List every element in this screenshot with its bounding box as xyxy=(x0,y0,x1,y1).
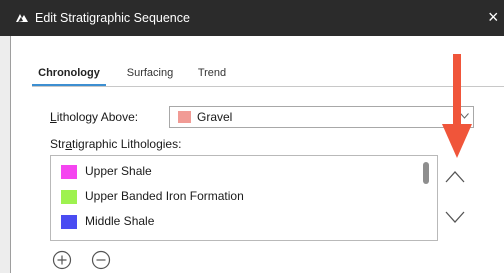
red-arrow-annotation xyxy=(442,54,472,158)
list-item-label: Upper Shale xyxy=(85,164,152,178)
lithology-above-label: Lithology Above: xyxy=(50,110,138,124)
lithology-above-value: Gravel xyxy=(197,110,233,124)
lithology-swatch xyxy=(61,190,77,204)
lithology-above-label-rest: ithology Above: xyxy=(56,110,139,124)
minus-circle-icon[interactable] xyxy=(91,250,111,270)
list-item-label: Middle Shale xyxy=(85,214,155,228)
list-scrollbar-thumb[interactable] xyxy=(423,162,429,184)
tab-trend[interactable]: Trend xyxy=(192,60,232,86)
lithology-above-label-key: L xyxy=(50,110,57,124)
stratigraphic-label-rest: tigraphic Lithologies: xyxy=(72,137,182,151)
tab-surfacing[interactable]: Surfacing xyxy=(120,60,180,86)
lithology-swatch xyxy=(178,111,191,123)
list-item-label: Upper Banded Iron Formation xyxy=(85,189,244,203)
chevron-down-icon[interactable] xyxy=(444,206,466,228)
lithology-swatch xyxy=(61,215,77,229)
stratigraphic-lithologies-list[interactable]: Upper Shale Upper Banded Iron Formation … xyxy=(50,155,438,241)
window-title: Edit Stratigraphic Sequence xyxy=(35,11,190,25)
tab-divider xyxy=(32,86,504,87)
lithology-above-dropdown[interactable]: Gravel xyxy=(169,106,474,128)
app-icon xyxy=(16,14,28,22)
stratigraphic-lithologies-label: Stratigraphic Lithologies: xyxy=(50,137,181,151)
chevron-up-icon[interactable] xyxy=(444,166,466,188)
title-bar: Edit Stratigraphic Sequence × xyxy=(0,0,504,36)
stratigraphic-label-pre: Str xyxy=(50,137,66,151)
tab-chronology[interactable]: Chronology xyxy=(32,60,106,86)
left-panel-edge xyxy=(0,36,11,273)
lithology-swatch xyxy=(61,165,77,179)
plus-circle-icon[interactable] xyxy=(52,250,72,270)
close-icon[interactable]: × xyxy=(488,7,499,27)
